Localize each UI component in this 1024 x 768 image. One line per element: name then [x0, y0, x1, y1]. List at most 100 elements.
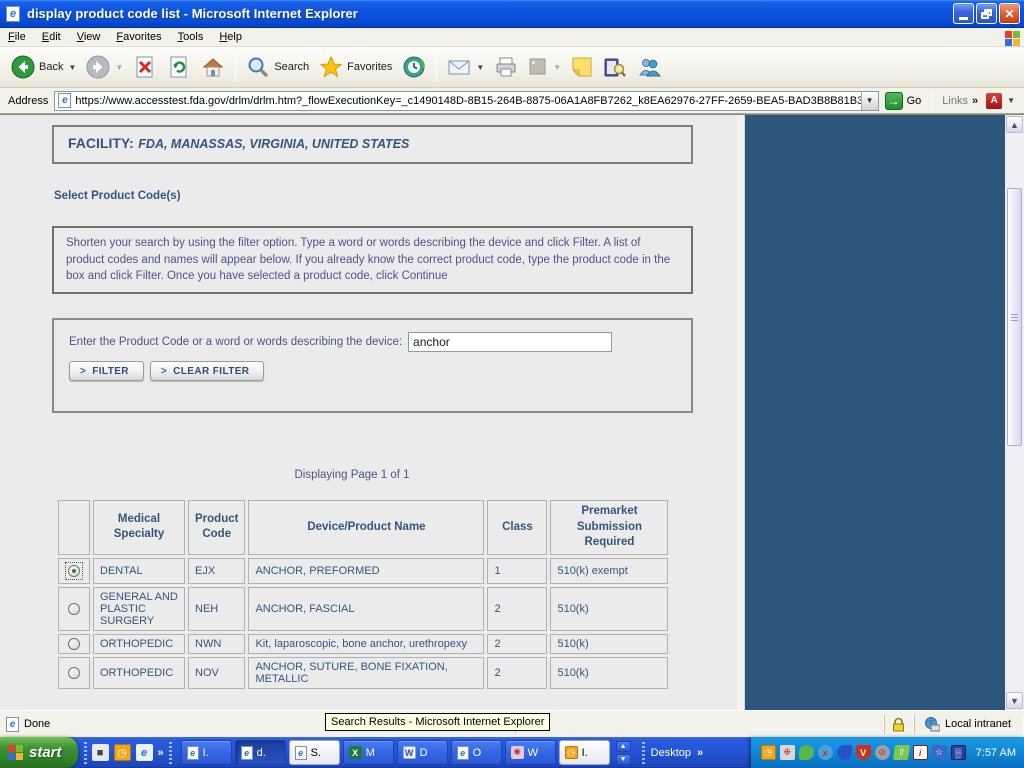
row-radio[interactable] — [68, 637, 80, 650]
task-window-word[interactable]: W D — [396, 740, 448, 765]
task-app-icon: ✺ — [510, 746, 524, 759]
clear-filter-button[interactable]: > CLEAR FILTER — [149, 361, 265, 382]
row-radio[interactable] — [68, 602, 80, 615]
close-button[interactable]: ✕ — [999, 3, 1020, 24]
instruction-box: Shorten your search by using the filter … — [52, 226, 693, 295]
tray-blue-orb-icon[interactable] — [836, 745, 852, 760]
tray-chat-icon[interactable] — [798, 745, 814, 760]
address-label: Address — [8, 94, 49, 107]
tray-clock-icon[interactable]: ◷ — [760, 745, 776, 760]
task-window-ie2[interactable]: e O — [450, 740, 502, 765]
desktop-chevron[interactable]: » — [697, 747, 703, 759]
ie-launch-icon[interactable]: e — [135, 744, 153, 761]
minimize-button[interactable] — [953, 3, 974, 24]
links-toolbar[interactable]: Links » — [942, 95, 978, 107]
menu-edit[interactable]: Edit — [42, 31, 61, 43]
show-desktop-icon[interactable]: ■ — [91, 744, 109, 761]
task-window-ie-hover[interactable]: e S. — [288, 740, 340, 765]
menu-view[interactable]: View — [77, 31, 101, 43]
mail-dropdown-icon[interactable]: ▼ — [476, 63, 484, 72]
quick-launch-handle[interactable] — [83, 741, 87, 764]
start-button[interactable]: start — [0, 737, 78, 768]
go-button[interactable]: → Go — [884, 91, 921, 110]
clock-app-icon[interactable]: ◷ — [113, 744, 131, 761]
row-radio[interactable] — [68, 666, 80, 679]
menu-tools[interactable]: Tools — [178, 31, 204, 43]
task-window-app[interactable]: ✺ W — [504, 740, 556, 765]
tray-network-icon[interactable]: ▒ — [950, 745, 966, 760]
header-product-code: Product Code — [188, 500, 246, 555]
table-row: DENTAL EJX ANCHOR, PREFORMED 1 510(k) ex… — [58, 557, 669, 584]
menu-help[interactable]: Help — [219, 31, 242, 43]
taskband-scroll-up[interactable]: ▲ — [615, 740, 631, 752]
scroll-up-button[interactable]: ▲ — [1006, 116, 1023, 133]
tray-update-icon[interactable]: ⇧ — [892, 745, 910, 760]
padlock-icon — [893, 717, 905, 731]
refresh-button[interactable] — [162, 53, 196, 81]
task-window-ie[interactable]: e I. — [180, 740, 232, 765]
facility-label: FACILITY: — [68, 135, 134, 151]
task-label: O — [472, 746, 482, 759]
tray-antivirus-shield-icon[interactable]: V — [855, 745, 871, 760]
tray-shield-icon[interactable]: ☆ — [931, 745, 947, 760]
forward-dropdown-icon[interactable]: ▼ — [115, 63, 123, 72]
device-search-input[interactable] — [408, 332, 613, 353]
pdf-dropdown-icon[interactable]: ▼ — [1007, 96, 1015, 105]
back-button[interactable]: Back ▼ — [6, 53, 81, 81]
row-radio-selected[interactable] — [68, 564, 80, 577]
tray-info-icon[interactable]: i — [912, 745, 928, 760]
tray-messenger-blocked-icon[interactable]: x — [817, 745, 833, 760]
history-button[interactable] — [397, 53, 431, 81]
mail-button[interactable]: ▼ — [442, 54, 489, 80]
cell-class: 2 — [487, 586, 548, 631]
address-input[interactable]: e https://www.accesstest.fda.gov/drlm/dr… — [54, 90, 879, 111]
restore-button[interactable] — [976, 3, 997, 24]
row-radio-focus — [65, 561, 83, 580]
menu-file[interactable]: File — [8, 31, 26, 43]
research-button[interactable] — [598, 54, 632, 80]
back-dropdown-icon[interactable]: ▼ — [68, 63, 76, 72]
task-label: d. — [256, 746, 266, 759]
home-button[interactable] — [196, 53, 230, 81]
taskband-scroll-down[interactable]: ▼ — [615, 753, 631, 765]
edit-icon — [529, 58, 546, 75]
paging-status: Displaying Page 1 of 1 — [294, 469, 410, 482]
tray-mute-icon[interactable]: ⊘ — [874, 745, 890, 760]
favorites-label: Favorites — [347, 61, 393, 73]
task-window-clock[interactable]: ◷ I. — [558, 740, 610, 765]
messenger-button[interactable] — [632, 54, 666, 80]
adobe-pdf-icon: A — [986, 92, 1003, 109]
cell-class: 2 — [487, 656, 548, 689]
cell-submission: 510(k) — [550, 633, 669, 654]
tray-swirl-icon[interactable]: ❉ — [779, 745, 795, 760]
scrollbar-thumb[interactable] — [1007, 188, 1022, 446]
search-button[interactable]: Search — [241, 53, 314, 81]
cell-code: NWN — [188, 633, 246, 654]
desktop-label: Desktop — [650, 746, 691, 759]
taskband-handle[interactable] — [168, 741, 172, 764]
task-label: W — [527, 746, 539, 759]
start-flag-icon — [8, 745, 23, 760]
edit-dropdown-icon[interactable]: ▼ — [553, 63, 561, 72]
task-window-excel[interactable]: X M — [342, 740, 394, 765]
status-lock-pane — [883, 714, 914, 734]
vertical-scrollbar[interactable]: ▲ ▼ — [1005, 115, 1024, 710]
scroll-down-button[interactable]: ▼ — [1006, 692, 1023, 709]
stop-button[interactable] — [128, 53, 162, 81]
menu-favorites[interactable]: Favorites — [116, 31, 161, 43]
quick-launch-chevron[interactable]: » — [158, 747, 164, 759]
task-window-ie-active[interactable]: e d. — [234, 740, 286, 765]
local-intranet-icon — [924, 716, 940, 731]
filter-button[interactable]: > FILTER — [69, 361, 144, 382]
address-dropdown-button[interactable]: ▼ — [860, 91, 878, 110]
favorites-button[interactable]: Favorites — [314, 53, 397, 81]
discuss-button[interactable] — [566, 54, 598, 80]
tray-clock-time: 7:57 AM — [975, 746, 1016, 759]
security-zone: Local intranet — [913, 714, 1024, 734]
forward-button[interactable]: ▼ — [81, 53, 128, 81]
cell-code: EJX — [188, 557, 246, 584]
desktop-toolbar-handle[interactable] — [641, 741, 645, 764]
edit-button[interactable]: ▼ — [523, 55, 566, 79]
adobe-pdf-button[interactable]: A ▼ — [981, 91, 1020, 111]
print-button[interactable] — [489, 54, 523, 80]
